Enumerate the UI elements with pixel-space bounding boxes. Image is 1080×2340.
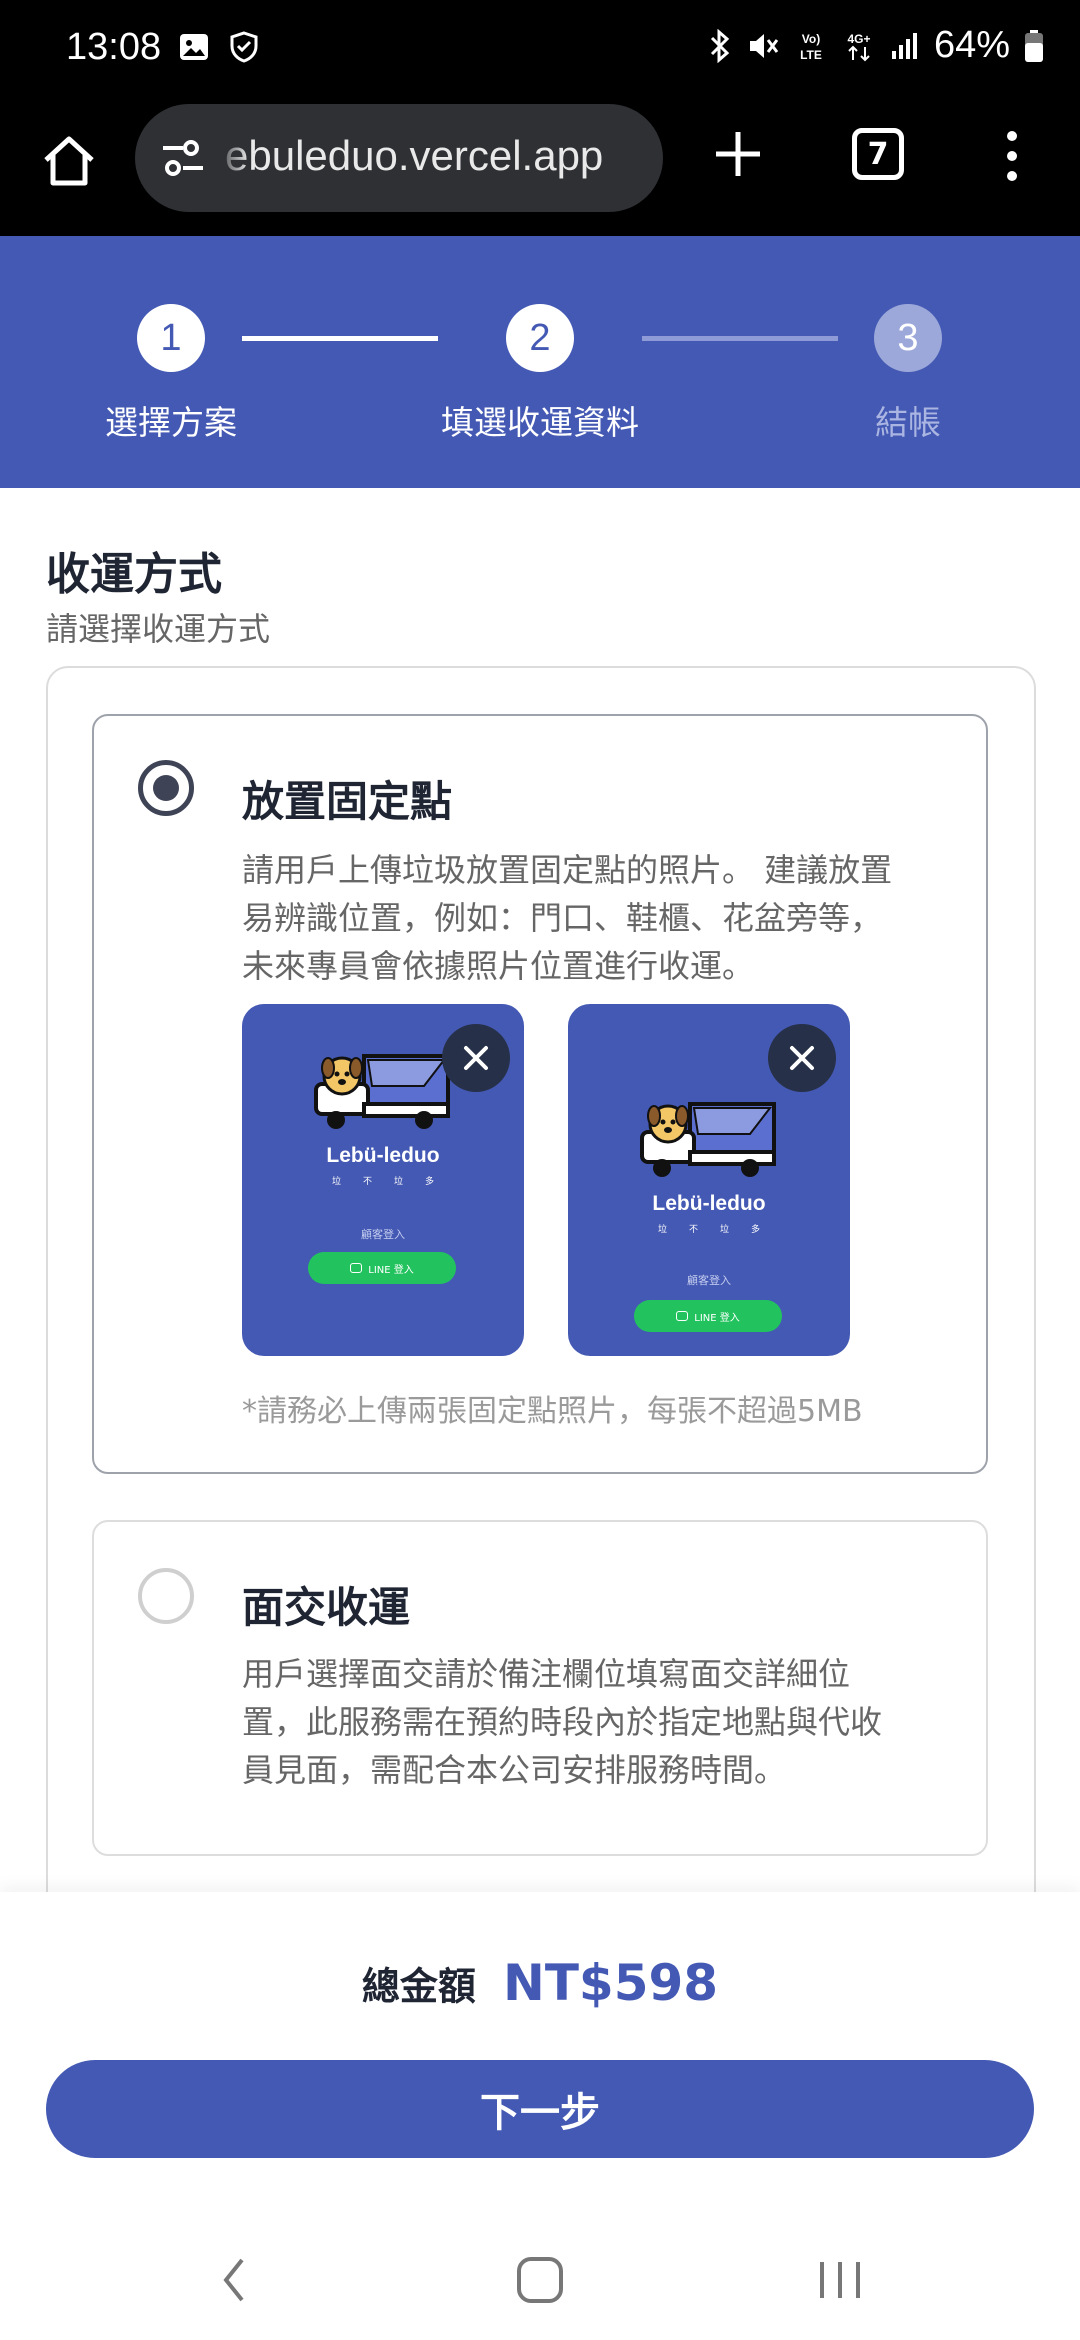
photo-brand-text: Lebü-leduo: [652, 1192, 766, 1215]
site-settings-icon[interactable]: [159, 134, 207, 186]
description-line: 易辨識位置，例如：門口、鞋櫃、花盆旁等，: [242, 899, 883, 937]
description-line: 員見面，需配合本公司安排服務時間。: [242, 1751, 787, 1789]
next-step-button[interactable]: 下一步: [46, 2060, 1034, 2158]
remove-photo-2-button[interactable]: [768, 1024, 836, 1092]
option-description: 用戶選擇面交請於備注欄位填寫面交詳細位 置，此服務需在預約時段內於指定地點與代收…: [242, 1650, 942, 1794]
url-fade: [215, 104, 249, 212]
photo-line-button: LINE 登入: [634, 1300, 782, 1332]
svg-text:4G+: 4G+: [847, 32, 870, 46]
bluetooth-icon: [708, 28, 732, 63]
truck-mascot-icon: [638, 1094, 778, 1188]
step-3-label: 結帳: [875, 403, 941, 442]
signal-icon: [890, 31, 920, 61]
shield-icon: [228, 30, 260, 64]
step-2-label: 填選收運資料: [441, 403, 639, 442]
option-fixed-point[interactable]: 放置固定點 請用戶上傳垃圾放置固定點的照片。 建議放置 易辨識位置，例如：門口、…: [92, 714, 988, 1474]
volte-icon: Vo) LTE: [794, 29, 828, 63]
close-icon: [464, 1046, 488, 1070]
line-logo-icon: [676, 1311, 689, 1321]
photo-line-label: LINE 登入: [694, 1312, 740, 1324]
back-icon[interactable]: [214, 2250, 254, 2314]
section-subtitle: 請選擇收運方式: [46, 610, 271, 648]
option-title: 面交收運: [242, 1583, 411, 1632]
description-line: 請用戶上傳垃圾放置固定點的照片。 建議放置: [242, 851, 893, 889]
step-1-number: 1: [137, 304, 205, 372]
browser-toolbar: ebuleduo.vercel.app 7: [0, 100, 1080, 236]
battery-icon: [1024, 29, 1044, 63]
system-nav-bar: [0, 2220, 1080, 2340]
photo-brand-text: Lebü-leduo: [326, 1144, 440, 1167]
description-line: 置，此服務需在預約時段內於指定地點與代收: [242, 1703, 883, 1741]
close-icon: [790, 1046, 814, 1070]
description-line: 用戶選擇面交請於備注欄位填寫面交詳細位: [242, 1655, 851, 1693]
section-title: 收運方式: [46, 549, 222, 600]
step-connector-1: [242, 336, 438, 341]
upload-note: *請務必上傳兩張固定點照片，每張不超過5MB: [242, 1394, 863, 1429]
photo-line-label: LINE 登入: [368, 1264, 414, 1276]
progress-stepper: 1 選擇方案 2 填選收運資料 3 結帳: [0, 236, 1080, 488]
option-face-to-face[interactable]: 面交收運 用戶選擇面交請於備注欄位填寫面交詳細位 置，此服務需在預約時段內於指定…: [92, 1520, 988, 1856]
home-icon[interactable]: [38, 130, 100, 192]
photo-guest-login: 顧客登入: [687, 1274, 731, 1287]
line-logo-icon: [350, 1263, 363, 1273]
more-menu-icon[interactable]: [1000, 126, 1024, 186]
home-nav-icon[interactable]: [510, 2250, 570, 2314]
truck-mascot-icon: [312, 1046, 452, 1140]
step-3-number: 3: [874, 304, 942, 372]
image-icon: [178, 30, 210, 64]
step-1-label: 選擇方案: [105, 403, 237, 442]
new-tab-icon[interactable]: [708, 124, 768, 184]
remove-photo-1-button[interactable]: [442, 1024, 510, 1092]
uploaded-photo-1: Lebü-leduo 垃不垃多 顧客登入 LINE 登入: [242, 1004, 524, 1356]
uploaded-photo-2: Lebü-leduo 垃不垃多 顧客登入 LINE 登入: [568, 1004, 850, 1356]
address-bar[interactable]: ebuleduo.vercel.app: [135, 104, 663, 212]
photo-line-button: LINE 登入: [308, 1252, 456, 1284]
option-title: 放置固定點: [242, 777, 453, 826]
recent-apps-icon[interactable]: [812, 2250, 868, 2314]
photo-tagline: 垃不垃多: [657, 1225, 782, 1235]
radio-face-to-face[interactable]: [138, 1568, 194, 1624]
status-time: 13:08: [66, 26, 162, 68]
url-text[interactable]: ebuleduo.vercel.app: [225, 132, 603, 180]
svg-text:LTE: LTE: [800, 48, 822, 62]
photo-tagline: 垃不垃多: [331, 1177, 456, 1187]
total-row: 總金額 NT$598: [0, 1954, 1080, 2012]
total-label: 總金額: [361, 1964, 476, 2009]
battery-percent: 64%: [933, 24, 1010, 66]
status-bar: 13:08 Vo) LTE 4G+ 64%: [0, 0, 1080, 100]
step-3: 3 結帳: [788, 304, 1028, 444]
tab-switcher-button[interactable]: 7: [852, 128, 904, 180]
radio-fixed-point[interactable]: [138, 760, 194, 816]
step-2-number: 2: [506, 304, 574, 372]
total-value: NT$598: [502, 1954, 719, 2012]
step-2: 2 填選收運資料: [420, 304, 660, 444]
photo-guest-login: 顧客登入: [361, 1228, 405, 1241]
4g-icon: 4G+: [842, 29, 876, 63]
option-description: 請用戶上傳垃圾放置固定點的照片。 建議放置 易辨識位置，例如：門口、鞋櫃、花盆旁…: [242, 846, 942, 990]
step-1: 1 選擇方案: [51, 304, 291, 444]
svg-text:Vo): Vo): [802, 32, 820, 46]
mute-icon: [746, 29, 780, 63]
description-line: 未來專員會依據照片位置進行收運。: [242, 947, 755, 985]
